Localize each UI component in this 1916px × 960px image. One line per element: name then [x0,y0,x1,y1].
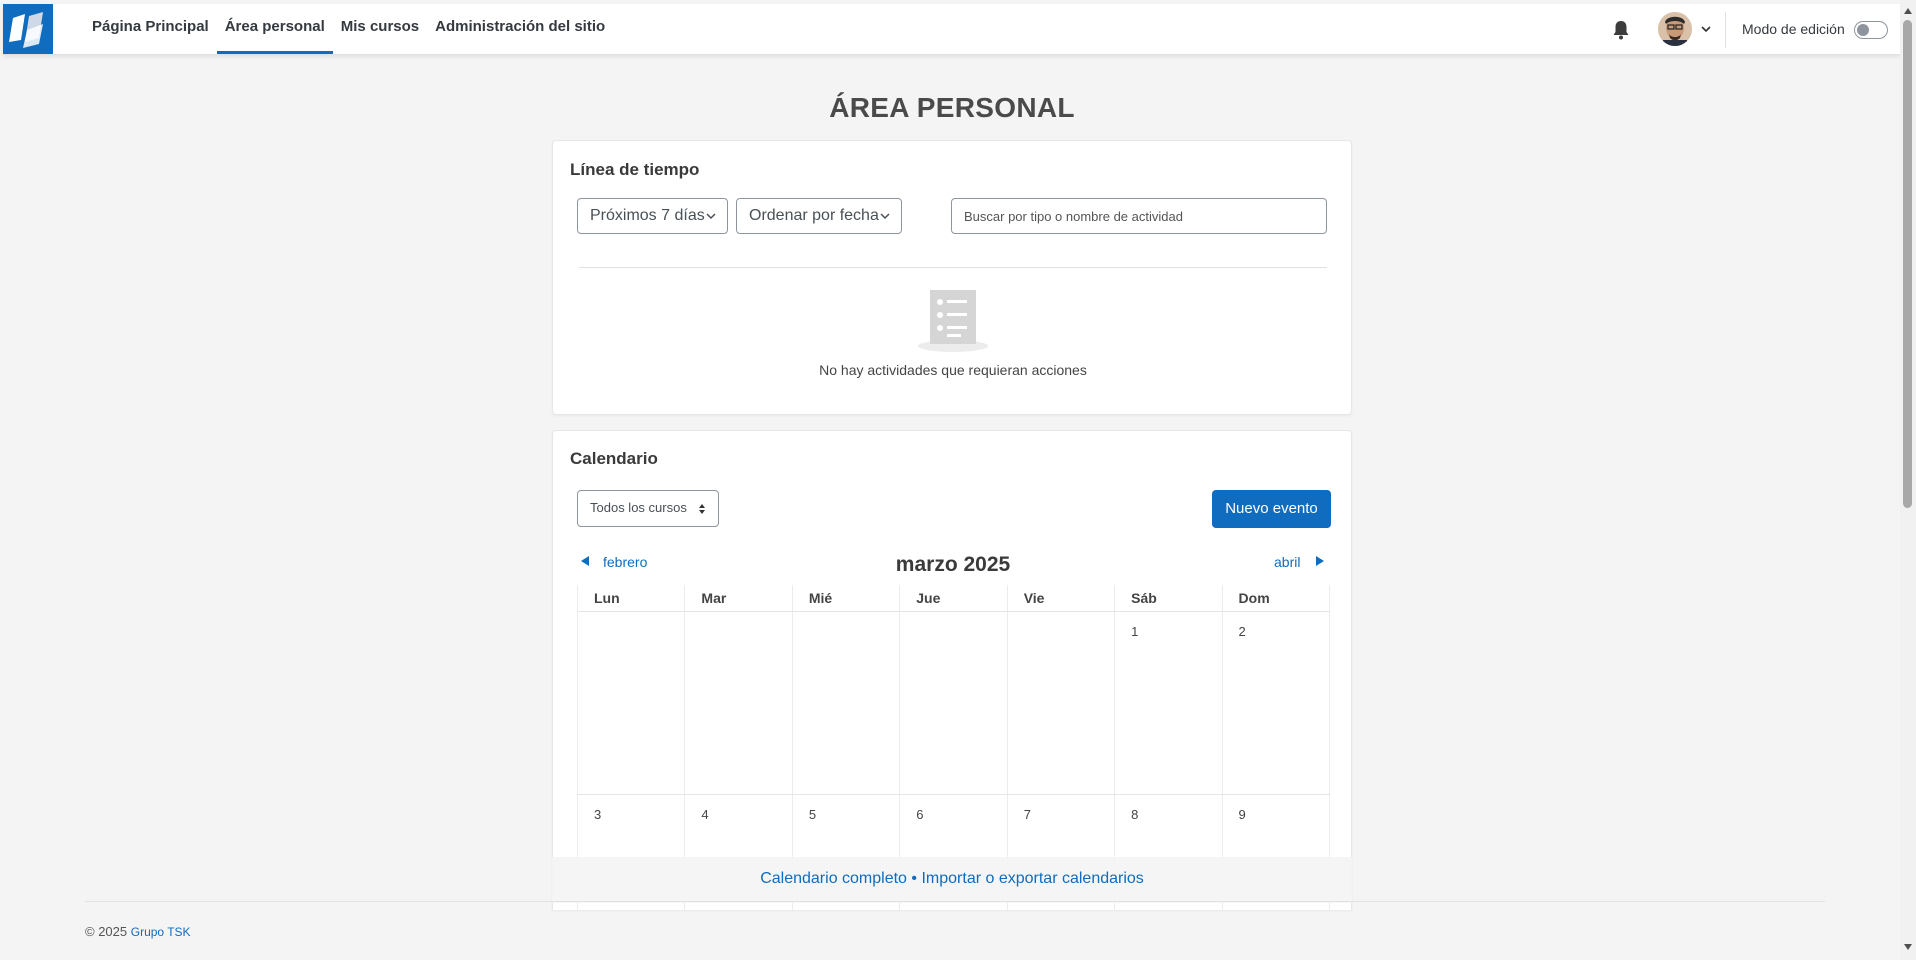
scroll-up-arrow-icon[interactable] [1904,8,1912,14]
user-avatar[interactable] [1658,12,1692,46]
timeline-sort-label: Ordenar por fecha [749,207,879,224]
course-filter-select[interactable]: Todos los cursos [577,490,719,527]
link-separator: • [911,870,918,887]
weekday-header: Sáb [1114,585,1221,611]
page-scrollbar[interactable] [1900,0,1916,960]
timeline-title: Línea de tiempo [570,160,700,179]
arrow-right-icon[interactable] [1315,555,1325,567]
primary-nav: Página Principal Área personal Mis curso… [84,4,613,54]
weekday-header: Vie [1006,585,1114,611]
chevron-down-icon [706,213,716,220]
calendar-footer-links: Calendario completo • Importar o exporta… [552,857,1352,903]
scroll-down-arrow-icon[interactable] [1904,944,1912,950]
weekday-header-row: Lun Mar Mié Jue Vie Sáb Dom [577,585,1330,612]
timeline-sort-dropdown[interactable]: Ordenar por fecha [736,198,902,234]
toggle-knob [1857,24,1869,36]
edit-mode-toggle[interactable] [1854,21,1888,39]
new-event-button[interactable]: Nuevo evento [1212,490,1331,528]
calendar-day-cell[interactable]: 1 [1114,612,1221,794]
timeline-block: Línea de tiempo Próximos 7 días Ordenar … [552,140,1352,415]
nav-dashboard[interactable]: Área personal [216,4,333,54]
calendar-day-cell[interactable] [577,612,684,794]
full-calendar-link[interactable]: Calendario completo [760,870,907,887]
weekday-header: Mar [684,585,791,611]
edit-mode-label: Modo de edición [1742,21,1845,37]
calendar-day-cell[interactable] [791,612,899,794]
footer-copyright: © 2025 [85,924,128,939]
page-footer: © 2025 Grupo TSK [85,924,191,939]
no-activities-icon [918,290,988,352]
app-logo[interactable] [3,4,53,54]
import-export-link[interactable]: Importar o exportar calendarios [921,870,1143,887]
nav-site-admin[interactable]: Administración del sitio [427,4,613,54]
weekday-header: Dom [1221,585,1330,611]
timeline-filter-label: Próximos 7 días [590,207,705,224]
chevron-down-icon[interactable] [1700,25,1712,33]
timeline-empty-message: No hay actividades que requieran accione… [819,362,1087,378]
chevron-down-icon [880,213,890,220]
weekday-header: Mié [791,585,899,611]
nav-my-courses[interactable]: Mis cursos [333,4,427,54]
weekday-header: Jue [899,585,1006,611]
navbar-divider [1725,12,1726,48]
company-link[interactable]: Grupo TSK [131,925,191,939]
calendar-week-row: 1 2 [577,612,1330,795]
scroll-thumb[interactable] [1903,20,1912,508]
footer-divider [85,901,1825,902]
calendar-day-cell[interactable] [899,612,1006,794]
current-month-title: marzo 2025 [895,553,1011,576]
calendar-day-cell[interactable] [684,612,791,794]
next-month-link[interactable]: abril [1274,554,1300,570]
top-navbar: Página Principal Área personal Mis curso… [3,4,1900,55]
calendar-block: Calendario Todos los cursos Nuevo evento… [552,430,1352,910]
timeline-divider [579,267,1327,268]
calendar-day-cell[interactable] [1006,612,1114,794]
select-arrows-icon [699,504,705,514]
timeline-filter-dropdown[interactable]: Próximos 7 días [577,198,728,234]
bell-icon[interactable] [1612,20,1630,40]
course-filter-label: Todos los cursos [590,500,687,515]
nav-home[interactable]: Página Principal [84,4,217,54]
timeline-search-input[interactable] [951,198,1327,234]
page-title: ÁREA PERSONAL [829,92,1075,123]
calendar-day-cell[interactable]: 2 [1221,612,1330,794]
calendar-title: Calendario [570,449,658,468]
weekday-header: Lun [577,585,684,611]
